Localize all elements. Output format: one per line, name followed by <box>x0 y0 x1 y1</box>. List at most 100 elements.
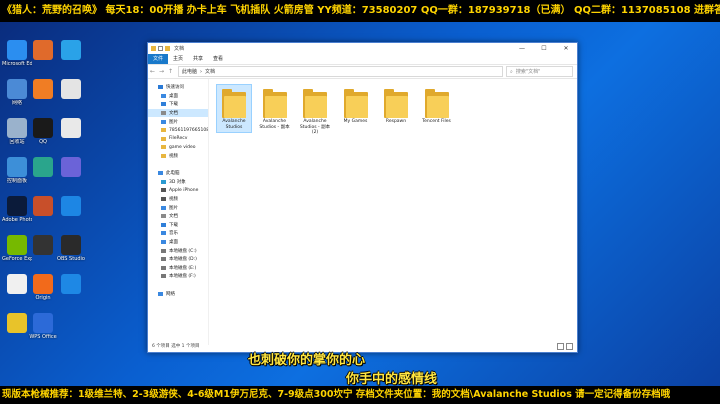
tab-home[interactable]: 主页 <box>168 54 188 64</box>
minimize-button[interactable]: — <box>511 43 533 54</box>
nav-item[interactable]: 图片 <box>148 117 208 126</box>
desktop-shortcut[interactable]: WPS Office <box>28 313 58 340</box>
desktop-shortcut[interactable] <box>28 196 58 217</box>
ribbon-tabs: 文件 主页 共享 查看 <box>148 54 577 65</box>
forward-arrow-icon[interactable]: → <box>157 68 166 75</box>
breadcrumb-documents[interactable]: 文档 <box>205 68 215 75</box>
desktop-shortcut[interactable] <box>56 79 86 100</box>
desktop-shortcut[interactable] <box>28 235 58 256</box>
up-arrow-icon[interactable]: ↑ <box>166 68 175 75</box>
bottom-banner: 现版本枪械推荐：1级维兰特、2-3级游侠、4-6级M1伊万尼克、7-9级点300… <box>0 386 720 404</box>
desktop-shortcut[interactable] <box>28 157 58 178</box>
desktop-shortcut-label: Adobe Photoshop <box>2 217 32 223</box>
details-view-icon[interactable] <box>557 342 564 350</box>
tab-share[interactable]: 共享 <box>188 54 208 64</box>
nav-item[interactable]: 本地磁盘 (E:) <box>148 263 208 272</box>
nav-item[interactable]: 桌面 <box>148 92 208 101</box>
nav-item[interactable]: 本地磁盘 (C:) <box>148 246 208 255</box>
nav-item[interactable]: Apple iPhone <box>148 186 208 195</box>
title-bar[interactable]: 文档 — ☐ ✕ <box>148 43 577 54</box>
desktop-shortcut-label: QQ <box>39 139 47 145</box>
breadcrumb-this-pc[interactable]: 此电脑 <box>182 68 197 75</box>
app-icon <box>33 235 53 255</box>
desktop-shortcut[interactable] <box>56 196 86 217</box>
desktop-shortcut[interactable]: OBS Studio <box>56 235 86 262</box>
nav-item[interactable]: 3D 对象 <box>148 178 208 187</box>
subtitle-line-2: 你手中的感情线 <box>346 372 438 387</box>
desktop-shortcut[interactable] <box>56 118 86 139</box>
folder-item[interactable]: Tencent Files <box>419 84 455 128</box>
desktop-shortcut[interactable] <box>56 40 86 61</box>
desktop-shortcut[interactable]: Origin <box>28 274 58 301</box>
nav-item[interactable]: 文档 <box>148 212 208 221</box>
folder-icon <box>424 88 449 118</box>
nav-item[interactable]: 视频 <box>148 152 208 161</box>
address-bar[interactable]: 此电脑 › 文档 <box>178 66 503 77</box>
nav-item[interactable]: 快速访问 <box>148 83 208 92</box>
3d-icon <box>161 179 166 184</box>
download-icon <box>161 222 166 227</box>
nav-item[interactable]: FileRecv <box>148 135 208 144</box>
nav-item[interactable]: 此电脑 <box>148 169 208 178</box>
desktop-icon <box>161 239 166 244</box>
folder-name: Avalanche Studios <box>222 119 246 130</box>
nav-item-label: 785611976651085 <box>169 127 208 133</box>
new-folder-icon[interactable] <box>165 46 170 51</box>
computer-icon <box>158 171 163 176</box>
quick-access-toolbar[interactable] <box>151 46 170 51</box>
download-icon <box>161 102 166 107</box>
file-explorer-window[interactable]: 文档 — ☐ ✕ 文件 主页 共享 查看 ← → ↑ 此电脑 › 文档 ⌕ 搜索… <box>147 42 578 353</box>
desktop-shortcut[interactable] <box>28 79 58 100</box>
large-icons-view-icon[interactable] <box>566 342 573 350</box>
app-icon <box>7 313 27 333</box>
nav-item[interactable]: 下载 <box>148 100 208 109</box>
app-icon <box>61 196 81 216</box>
nav-item[interactable]: 785611976651085 <box>148 126 208 135</box>
close-button[interactable]: ✕ <box>555 43 577 54</box>
desktop-shortcut-label: 网络 <box>11 100 22 106</box>
folder-item[interactable]: Respawn <box>378 84 414 128</box>
nav-item[interactable]: game video <box>148 143 208 152</box>
nav-item[interactable]: 本地磁盘 (D:) <box>148 255 208 264</box>
navigation-pane[interactable]: 快速访问 桌面 下载 文档 图片 785611976651085 FileRecv game … <box>148 79 209 345</box>
nav-item <box>148 160 208 169</box>
folder-content[interactable]: Avalanche Studios Avalanche Studios - 副本 A… <box>210 79 577 341</box>
app-icon <box>7 274 27 294</box>
nav-item-label: 桌面 <box>169 239 178 245</box>
nav-item[interactable]: 文档 <box>148 108 208 118</box>
properties-icon[interactable] <box>158 46 163 51</box>
nav-item[interactable]: 图片 <box>148 203 208 212</box>
back-arrow-icon[interactable]: ← <box>148 68 157 75</box>
desktop-shortcut[interactable] <box>56 157 86 178</box>
folder-item[interactable]: Avalanche Studios <box>216 84 252 133</box>
nav-item[interactable]: 视频 <box>148 195 208 204</box>
nav-item[interactable]: 桌面 <box>148 238 208 247</box>
tab-view[interactable]: 查看 <box>208 54 228 64</box>
nav-item[interactable]: 网络 <box>148 289 208 298</box>
desktop-shortcut[interactable] <box>56 274 86 295</box>
app-icon <box>61 157 81 177</box>
app-icon <box>7 79 27 99</box>
app-icon <box>61 235 81 255</box>
folder-icon <box>151 46 156 51</box>
maximize-button[interactable]: ☐ <box>533 43 555 54</box>
desktop-shortcut-label: 控制面板 <box>6 178 27 184</box>
folder-item[interactable]: Avalanche Studios - 副本 <box>257 84 293 133</box>
drive-icon <box>161 257 166 262</box>
search-input[interactable]: ⌕ 搜索"文档" <box>506 66 573 77</box>
app-icon <box>61 40 81 60</box>
pictures-icon <box>161 119 166 124</box>
folder-item[interactable]: My Games <box>338 84 374 128</box>
app-icon <box>61 118 81 138</box>
nav-item[interactable]: 本地磁盘 (F:) <box>148 272 208 281</box>
desktop-shortcut[interactable]: QQ <box>28 118 58 145</box>
folder-item[interactable]: Avalanche Studios - 副本 (2) <box>297 84 333 139</box>
top-banner: 《猎人：荒野的召唤》 每天18：00开播 办卡上车 飞机插队 火箭房管 YY频道… <box>0 0 720 22</box>
nav-item[interactable]: 下载 <box>148 221 208 230</box>
nav-item-label: 本地磁盘 (D:) <box>169 257 197 263</box>
nav-item[interactable]: 音乐 <box>148 229 208 238</box>
tab-file[interactable]: 文件 <box>148 54 169 64</box>
desktop-shortcut[interactable] <box>28 40 58 61</box>
search-placeholder: 搜索"文档" <box>515 69 541 75</box>
